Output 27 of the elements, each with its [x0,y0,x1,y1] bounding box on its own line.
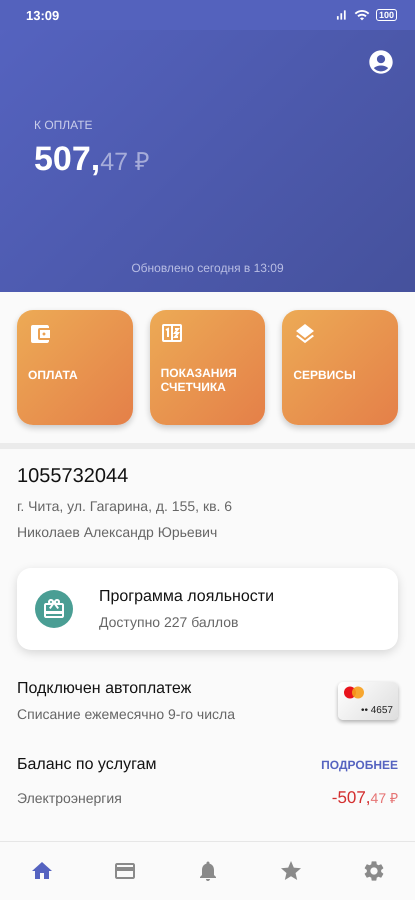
updated-text: Обновлено сегодня в 13:09 [130,261,285,275]
loyalty-title: Программа лояльности [99,588,274,606]
loyalty-card[interactable]: Программа лояльности Доступно 227 баллов [17,568,398,650]
gift-icon [35,590,73,628]
autopay-schedule: Списание ежемесячно 9-го числа [17,706,235,722]
account-address: г. Чита, ул. Гагарина, д. 155, кв. 6 [17,498,234,514]
card-logo-icon [343,686,365,699]
wallet-icon [28,322,52,346]
loyalty-points: Доступно 227 баллов [99,614,240,630]
details-link[interactable]: ПОДРОБНЕЕ [321,758,398,772]
service-name: Электроэнергия [17,790,122,806]
account-owner: Николаев Александр Юрьевич [17,524,218,540]
amount-whole: 507, [34,140,100,179]
autopay-title: Подключен автоплатеж [17,680,192,698]
amount-label: К ОПЛАТЕ [34,118,94,132]
account-number: 1055732044 [17,465,130,488]
amount-fraction: 47 ₽ [100,147,150,177]
service-amount-whole: -507, [332,788,371,808]
battery-icon: 100 [376,9,397,21]
service-amount-fraction: 47 ₽ [370,789,398,807]
status-time: 13:09 [26,8,60,22]
counter-icon [160,322,183,344]
balance-title: Баланс по услугам [17,756,156,774]
settings-icon [362,859,386,883]
wifi-icon [354,7,370,23]
bank-card[interactable]: •• 4657 [338,682,398,720]
profile-icon[interactable] [367,48,395,76]
